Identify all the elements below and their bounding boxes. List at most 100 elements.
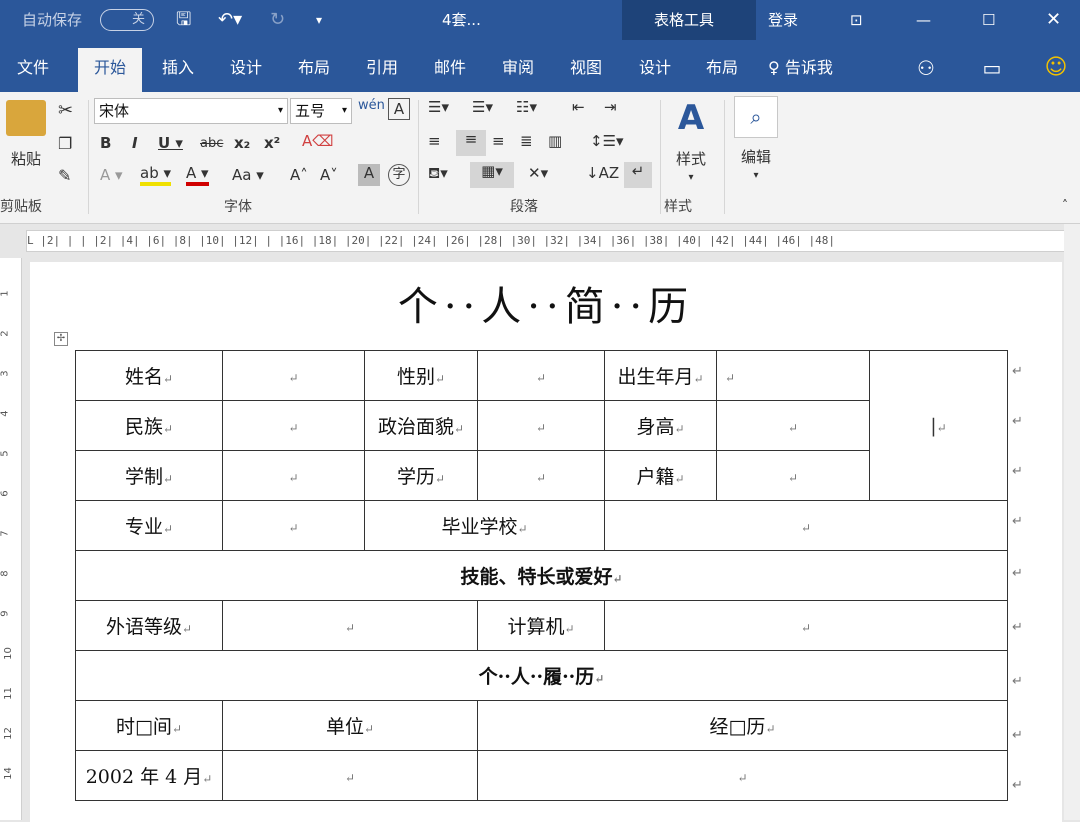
table-cell[interactable]: 2002 年 4 月↵ — [75, 750, 223, 801]
photo-cell[interactable]: |↵ — [869, 350, 1008, 501]
table-cell[interactable]: 单位↵ — [222, 700, 478, 751]
bold-icon[interactable]: B — [100, 134, 111, 152]
table-cell[interactable]: ↵ — [477, 350, 605, 401]
table-cell[interactable]: 时□间↵ — [75, 700, 223, 751]
align-right-icon[interactable]: ≡ — [492, 132, 505, 150]
section-header-skills[interactable]: 技能、特长或爱好↵ — [75, 550, 1008, 601]
table-cell[interactable]: 学历↵ — [364, 450, 478, 501]
table-cell[interactable]: 毕业学校↵ — [364, 500, 605, 551]
tab-references[interactable]: 引用 — [354, 48, 410, 92]
tab-table-layout[interactable]: 布局 — [694, 48, 750, 92]
table-cell[interactable]: ↵ — [222, 500, 365, 551]
font-color-icon[interactable]: A ▾ — [186, 164, 209, 186]
underline-icon[interactable]: U ▾ — [158, 134, 183, 152]
undo-icon[interactable]: ↶▾ — [218, 0, 242, 40]
bullets-icon[interactable]: ☰▾ — [428, 98, 449, 116]
highlight-icon[interactable]: ab ▾ — [140, 164, 172, 186]
cut-icon[interactable]: ✂ — [58, 100, 73, 121]
tab-home[interactable]: 开始 — [78, 48, 142, 92]
phonetic-guide-icon[interactable]: wén — [358, 98, 385, 113]
table-cell[interactable]: ↵ — [222, 350, 365, 401]
table-move-handle-icon[interactable]: ✢ — [54, 332, 68, 346]
close-icon[interactable]: ✕ — [1046, 0, 1061, 40]
collapse-ribbon-icon[interactable]: ˄ — [1062, 198, 1068, 212]
grow-font-icon[interactable]: A˄ — [290, 166, 308, 184]
comment-icon[interactable]: ▭ — [972, 48, 1012, 92]
paste-icon[interactable] — [6, 100, 46, 136]
tab-file[interactable]: 文件 — [4, 48, 62, 92]
tab-insert[interactable]: 插入 — [150, 48, 206, 92]
text-effects-icon[interactable]: A ▾ — [100, 166, 123, 184]
table-cell[interactable]: ↵ — [477, 400, 605, 451]
ribbon-display-icon[interactable]: ⊡ — [850, 0, 863, 40]
table-cell[interactable]: 政治面貌↵ — [364, 400, 478, 451]
login-link[interactable]: 登录 — [768, 0, 798, 40]
table-cell[interactable]: ↵ — [604, 600, 1008, 651]
asian-layout-icon[interactable]: ✕▾ — [528, 164, 548, 182]
strikethrough-icon[interactable]: abc — [200, 136, 223, 151]
table-cell[interactable]: 计算机↵ — [477, 600, 605, 651]
italic-icon[interactable]: I — [132, 134, 138, 152]
share-icon[interactable]: ⚇ — [906, 48, 946, 92]
table-cell[interactable]: ↵ — [716, 450, 870, 501]
table-cell[interactable]: 性别↵ — [364, 350, 478, 401]
minimize-icon[interactable]: — — [916, 0, 931, 40]
table-cell[interactable]: 经□历↵ — [477, 700, 1008, 751]
vertical-ruler[interactable]: 1 2 3 4 5 6 7 8 9 10 11 12 14 — [0, 258, 22, 820]
table-cell[interactable]: ↵ — [716, 400, 870, 451]
align-left-icon[interactable]: ≡ — [428, 132, 441, 150]
resume-table[interactable]: 姓名↵ ↵ 性别↵ ↵ 出生年月↵ ↵ |↵ 民族↵ ↵ 政治面貌↵ ↵ 身高↵… — [75, 350, 1008, 801]
distributed-icon[interactable]: ▥ — [548, 132, 562, 150]
tab-view[interactable]: 视图 — [558, 48, 614, 92]
document-page[interactable]: 个··人··简··历 ✢ 姓名↵ ↵ 性别↵ ↵ 出生年月↵ ↵ |↵ 民族↵ … — [30, 262, 1062, 822]
enclose-char-icon[interactable]: 字 — [388, 164, 410, 186]
tab-design[interactable]: 设计 — [218, 48, 274, 92]
table-cell[interactable]: ↵ — [222, 450, 365, 501]
autosave-toggle[interactable]: 关 — [100, 9, 154, 31]
table-cell[interactable]: ↵ — [477, 450, 605, 501]
font-name-select[interactable]: 宋体 ▾ — [94, 98, 288, 124]
table-cell[interactable]: 出生年月↵ — [604, 350, 717, 401]
tab-review[interactable]: 审阅 — [490, 48, 546, 92]
edit-chevron-icon[interactable]: ▾ — [734, 170, 778, 181]
font-size-select[interactable]: 五号 ▾ — [290, 98, 352, 124]
char-shading-icon[interactable]: A — [358, 164, 380, 186]
multilevel-list-icon[interactable]: ☷▾ — [516, 98, 537, 116]
table-cell[interactable]: 户籍↵ — [604, 450, 717, 501]
horizontal-ruler[interactable]: L |2| | | |2| |4| |6| |8| |10| |12| | |1… — [26, 230, 1070, 252]
sort-icon[interactable]: ↓AZ — [586, 164, 619, 182]
tab-table-design[interactable]: 设计 — [627, 48, 683, 92]
show-marks-icon[interactable]: ↵ — [624, 162, 652, 188]
char-border-icon[interactable]: A — [388, 98, 410, 120]
table-cell[interactable]: 姓名↵ — [75, 350, 223, 401]
vertical-scrollbar[interactable] — [1064, 224, 1080, 820]
superscript-icon[interactable]: x² — [264, 134, 280, 152]
copy-icon[interactable]: ❐ — [58, 134, 72, 153]
table-cell[interactable]: ↵ — [222, 750, 478, 801]
increase-indent-icon[interactable]: ⇥ — [604, 98, 617, 116]
table-cell[interactable]: 外语等级↵ — [75, 600, 223, 651]
section-header-history[interactable]: 个··人··履··历↵ — [75, 650, 1008, 701]
shrink-font-icon[interactable]: A˅ — [320, 166, 338, 184]
table-cell[interactable]: ↵ — [604, 500, 1008, 551]
edit-button[interactable]: 编辑 — [734, 146, 778, 167]
numbering-icon[interactable]: ☰▾ — [472, 98, 493, 116]
table-cell[interactable]: 身高↵ — [604, 400, 717, 451]
align-center-icon[interactable]: ≡ — [456, 130, 486, 156]
line-spacing-icon[interactable]: ↕☰▾ — [590, 132, 624, 150]
styles-chevron-icon[interactable]: ▾ — [668, 172, 714, 183]
save-icon[interactable]: 🖫 — [176, 0, 191, 40]
table-cell[interactable]: ↵ — [477, 750, 1008, 801]
table-cell[interactable]: ↵ — [716, 350, 870, 401]
find-icon[interactable]: ⌕ — [734, 96, 778, 138]
smiley-icon[interactable]: ☺ — [1036, 48, 1076, 92]
table-cell[interactable]: 学制↵ — [75, 450, 223, 501]
styles-button[interactable]: 样式 — [668, 148, 714, 169]
tab-mailings[interactable]: 邮件 — [422, 48, 478, 92]
table-cell[interactable]: ↵ — [222, 400, 365, 451]
decrease-indent-icon[interactable]: ⇤ — [572, 98, 585, 116]
justify-icon[interactable]: ≣ — [520, 132, 533, 150]
paste-button[interactable]: 粘贴 — [4, 148, 48, 169]
table-cell[interactable]: 民族↵ — [75, 400, 223, 451]
format-painter-icon[interactable]: ✎ — [58, 166, 71, 185]
